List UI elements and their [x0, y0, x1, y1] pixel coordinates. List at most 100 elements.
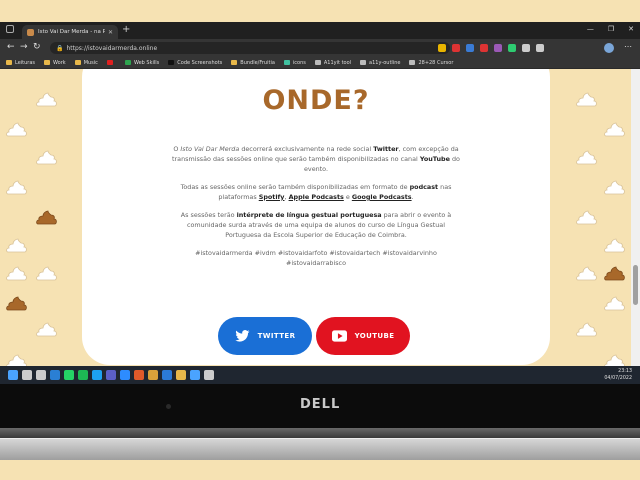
bookmark-label: A11yit tool	[323, 59, 352, 66]
spotify-icon[interactable]	[78, 370, 88, 380]
paint-icon[interactable]	[190, 370, 200, 380]
bookmark-item[interactable]	[106, 60, 116, 65]
spotify-link[interactable]: Spotify	[259, 193, 285, 201]
bookmark-item[interactable]: Music	[74, 59, 98, 66]
bookmark-icon	[283, 60, 290, 65]
poop-decoration-icon	[6, 265, 28, 281]
forward-button[interactable]: →	[20, 42, 28, 52]
webcam	[166, 404, 171, 409]
minimize-button[interactable]: —	[587, 25, 594, 33]
bookmark-label: Music	[83, 59, 98, 66]
bookmark-label: Bundle/Fruitia	[240, 59, 275, 66]
scrollbar-thumb[interactable]	[633, 265, 638, 305]
bookmark-label: Web Skills	[133, 59, 160, 66]
chrome-icon[interactable]	[204, 370, 214, 380]
poop-decoration-icon	[36, 91, 58, 107]
apple-podcasts-link[interactable]: Apple Podcasts	[289, 193, 344, 201]
bookmark-item[interactable]: a11y-outline	[360, 60, 400, 66]
bookmark-icon	[124, 60, 131, 65]
bookmark-icon	[106, 60, 113, 65]
extension-icon[interactable]	[508, 44, 516, 52]
taskbar-clock[interactable]: 23:13 04/07/2022	[604, 368, 632, 382]
poop-decoration-icon	[576, 265, 598, 281]
bookmark-item[interactable]: Work	[44, 60, 66, 66]
extension-icon[interactable]	[438, 44, 446, 52]
back-button[interactable]: ←	[7, 42, 15, 52]
bookmarks-bar: Leituras Work Music Web Skills Code Screensh…	[0, 57, 640, 69]
tab-title: Isto Vai Dar Merda - na Pandemia	[38, 29, 105, 35]
page-heading: ONDE?	[262, 85, 370, 116]
twitter-button[interactable]: TWITTER	[218, 317, 312, 355]
extension-icon[interactable]	[466, 44, 474, 52]
extensions-area	[438, 44, 544, 52]
poop-decoration-icon	[604, 237, 626, 253]
maximize-button[interactable]: ❐	[608, 25, 614, 33]
bookmark-icon	[74, 60, 81, 65]
bookmark-item[interactable]: Leituras	[6, 60, 35, 66]
tab-active[interactable]: Isto Vai Dar Merda - na Pandemia ✕	[22, 25, 118, 39]
bookmark-item[interactable]: Web Skills	[124, 59, 160, 66]
bookmark-item[interactable]: Code Screenshots	[168, 60, 222, 66]
google-podcasts-link[interactable]: Google Podcasts	[352, 193, 412, 201]
profile-avatar[interactable]	[604, 43, 614, 53]
lock-icon: 🔒	[56, 44, 64, 52]
whatsapp-icon[interactable]	[64, 370, 74, 380]
window-controls: — ❐ ✕	[587, 25, 634, 33]
laptop-screen: Isto Vai Dar Merda - na Pandemia ✕ + — ❐…	[0, 22, 640, 384]
url-text[interactable]: https://istovaidarmerda.online	[66, 45, 157, 52]
bookmark-item[interactable]: Bundle/Fruitia	[231, 60, 275, 66]
youtube-button[interactable]: YOUTUBE	[316, 317, 410, 355]
bookmark-icon	[6, 60, 12, 65]
edge-icon[interactable]	[50, 370, 60, 380]
extension-icon[interactable]	[536, 44, 544, 52]
vscode-icon[interactable]	[162, 370, 172, 380]
more-menu-button[interactable]: ⋯	[624, 42, 632, 51]
desk-background	[0, 460, 640, 480]
laptop-bezel: DELL	[0, 384, 640, 428]
page-scrollbar[interactable]	[631, 69, 640, 366]
poop-decoration-icon	[6, 353, 28, 366]
app-icon[interactable]	[148, 370, 158, 380]
new-tab-button[interactable]: +	[122, 24, 130, 35]
tab-bar: Isto Vai Dar Merda - na Pandemia ✕ + — ❐…	[0, 22, 640, 39]
web-page: ONDE? O Isto Vai Dar Merda decorrerá exc…	[0, 69, 631, 366]
poop-decoration-icon	[576, 149, 598, 165]
teams-icon[interactable]	[106, 370, 116, 380]
bookmark-item[interactable]: A11yit tool	[314, 59, 352, 66]
clock-time: 23:13	[618, 369, 632, 374]
twitter-icon	[234, 330, 250, 342]
paragraph-accessibility: As sessões terão intérprete de língua ge…	[180, 211, 452, 239]
search-icon[interactable]	[22, 370, 32, 380]
extension-icon[interactable]	[494, 44, 502, 52]
close-window-button[interactable]: ✕	[628, 25, 634, 33]
paragraph-podcasts: Todas as sessões online serão também dis…	[180, 183, 452, 201]
dell-logo: DELL	[300, 397, 341, 412]
windows-icon[interactable]	[8, 370, 18, 380]
zoom-icon[interactable]	[120, 370, 130, 380]
reload-button[interactable]: ↻	[33, 42, 41, 52]
task-view-icon[interactable]	[36, 370, 46, 380]
laptop-hinge	[0, 428, 640, 438]
bookmark-item[interactable]: 28+28 Cursor	[409, 60, 453, 66]
explorer-icon[interactable]	[176, 370, 186, 380]
tab-actions-icon[interactable]	[6, 25, 14, 33]
laptop-base	[0, 438, 640, 460]
bookmark-label: icons	[292, 59, 306, 66]
poop-decoration-icon	[604, 353, 626, 366]
bookmark-label: Leituras	[15, 59, 36, 66]
bookmark-item[interactable]: icons	[283, 59, 306, 66]
poop-decoration-icon	[6, 295, 28, 311]
app-icon[interactable]	[134, 370, 144, 380]
extension-icon[interactable]	[522, 44, 530, 52]
twitter-icon[interactable]	[92, 370, 102, 380]
youtube-icon	[331, 330, 347, 342]
poop-decoration-icon	[604, 295, 626, 311]
address-bar[interactable]: 🔒 https://istovaidarmerda.online	[50, 42, 450, 54]
poop-decoration-icon	[36, 321, 58, 337]
bookmark-icon	[168, 60, 175, 65]
poop-decoration-icon	[576, 91, 598, 107]
tab-close-icon[interactable]: ✕	[108, 29, 113, 36]
poop-decoration-icon	[6, 121, 28, 137]
extension-icon[interactable]	[452, 44, 460, 52]
extension-icon[interactable]	[480, 44, 488, 52]
